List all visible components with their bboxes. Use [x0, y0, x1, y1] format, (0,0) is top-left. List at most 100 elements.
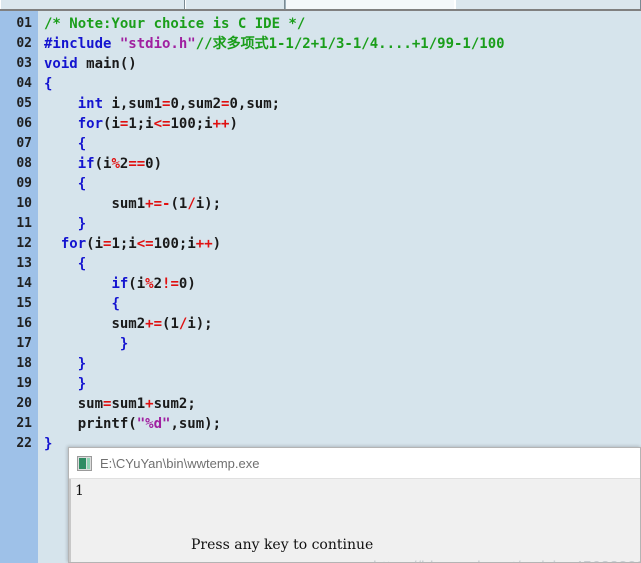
line-number: 01	[16, 16, 32, 31]
line-number: 20	[16, 396, 32, 411]
code-token-op: +	[145, 396, 154, 412]
code-token-plain: 2	[153, 276, 163, 292]
line-number: 13	[16, 256, 32, 271]
code-line[interactable]: if(i%2!=0)	[44, 274, 641, 294]
code-token-op: !=	[162, 276, 179, 292]
code-token-pre: #include	[44, 36, 120, 52]
code-token-op: +=-	[145, 196, 171, 212]
line-number: 15	[16, 296, 32, 311]
code-line[interactable]: {	[44, 294, 641, 314]
code-line[interactable]: }	[44, 334, 641, 354]
toolbar-panel-active[interactable]	[285, 0, 455, 9]
code-token-keyword: if	[77, 156, 95, 172]
console-output-area[interactable]: 1 Press any key to continue https://blog…	[69, 479, 640, 562]
line-number: 14	[16, 276, 32, 291]
code-token-op: <=	[153, 116, 171, 132]
line-number: 03	[16, 56, 32, 71]
line-number: 10	[16, 196, 32, 211]
code-line[interactable]: {	[44, 174, 641, 194]
code-token-plain: 100;i	[170, 116, 213, 132]
console-window[interactable]: E:\CYuYan\bin\wwtemp.exe 1 Press any key…	[68, 447, 641, 563]
code-token-keyword: for	[77, 116, 104, 132]
code-line[interactable]: for(i=1;i<=100;i++)	[44, 234, 641, 254]
line-number: 05	[16, 96, 32, 111]
code-line[interactable]: printf("%d",sum);	[44, 414, 641, 434]
console-app-icon	[77, 455, 92, 471]
code-token-plain: i);	[195, 196, 222, 212]
code-token-brace: }	[77, 356, 87, 372]
code-line[interactable]: {	[44, 254, 641, 274]
line-number: 16	[16, 316, 32, 331]
watermark-text: https://blog.csdn.net/weixin_45688302	[373, 559, 640, 562]
line-number: 21	[16, 416, 32, 431]
code-token-plain: (i	[128, 276, 146, 292]
code-line[interactable]: if(i%2==0)	[44, 154, 641, 174]
line-number: 07	[16, 136, 32, 151]
line-number: 19	[16, 376, 32, 391]
code-line[interactable]: #include "stdio.h"//求多项式1-1/2+1/3-1/4...…	[44, 34, 641, 54]
code-line[interactable]: void main()	[44, 54, 641, 74]
code-token-comment: //求多项式1-1/2+1/3-1/4....+1/99-1/100	[195, 36, 505, 52]
code-token-op: ==	[128, 156, 146, 172]
code-token-plain: )	[212, 236, 222, 252]
code-token-op: %	[145, 276, 154, 292]
console-prompt-text: Press any key to continue	[191, 537, 374, 553]
code-token-plain: 0,sum2	[170, 96, 222, 112]
code-token-op: <=	[136, 236, 154, 252]
code-token-keyword: if	[111, 276, 129, 292]
code-token-brace: {	[77, 176, 87, 192]
toolbar-panel-1[interactable]	[0, 0, 185, 9]
toolbar-panel-2[interactable]	[185, 0, 285, 9]
code-line[interactable]: for(i=1;i<=100;i++)	[44, 114, 641, 134]
code-token-op: %	[111, 156, 120, 172]
code-token-plain: (i	[103, 116, 120, 132]
line-number-gutter: 01 02 03 04 05 06 07 08 09 10 11 12 13 14 15 16 17 18 19 20…	[0, 11, 38, 563]
code-token-plain: 0,sum;	[229, 96, 281, 112]
line-number: 12	[16, 236, 32, 251]
code-line[interactable]: }	[44, 354, 641, 374]
code-line[interactable]: }	[44, 374, 641, 394]
code-line[interactable]: {	[44, 134, 641, 154]
code-line[interactable]: /* Note:Your choice is C IDE */	[44, 14, 641, 34]
code-token-brace: {	[77, 256, 87, 272]
toolbar-panel-4[interactable]	[455, 0, 641, 9]
line-number: 08	[16, 156, 32, 171]
code-line[interactable]: }	[44, 214, 641, 234]
line-number: 02	[16, 36, 32, 51]
code-line[interactable]: int i,sum1=0,sum2=0,sum;	[44, 94, 641, 114]
console-titlebar[interactable]: E:\CYuYan\bin\wwtemp.exe	[69, 448, 640, 479]
code-token-plain: i);	[187, 316, 213, 332]
code-token-plain: (i	[94, 156, 112, 172]
code-token-plain: sum2	[111, 316, 146, 332]
code-token-plain: 1;i	[111, 236, 137, 252]
code-token-plain: sum1	[111, 396, 146, 412]
code-token-plain: 0)	[145, 156, 163, 172]
code-token-plain: sum1	[111, 196, 146, 212]
code-token-brace: }	[77, 216, 87, 232]
line-number: 06	[16, 116, 32, 131]
code-line[interactable]: sum=sum1+sum2;	[44, 394, 641, 414]
code-token-plain: (1	[170, 196, 188, 212]
code-token-plain: printf(	[77, 416, 137, 432]
line-number: 22	[16, 436, 32, 451]
line-number: 18	[16, 356, 32, 371]
toolbar-strip	[0, 0, 641, 11]
code-line[interactable]: sum1+=-(1/i);	[44, 194, 641, 214]
code-line[interactable]: {	[44, 74, 641, 94]
code-token-comment: /* Note:Your choice is C IDE */	[44, 16, 306, 32]
line-number: 04	[16, 76, 32, 91]
code-token-op: ++	[212, 116, 230, 132]
code-token-string: "stdio.h"	[119, 36, 196, 52]
code-token-string: "%d"	[136, 416, 171, 432]
code-line[interactable]: sum2+=(1/i);	[44, 314, 641, 334]
